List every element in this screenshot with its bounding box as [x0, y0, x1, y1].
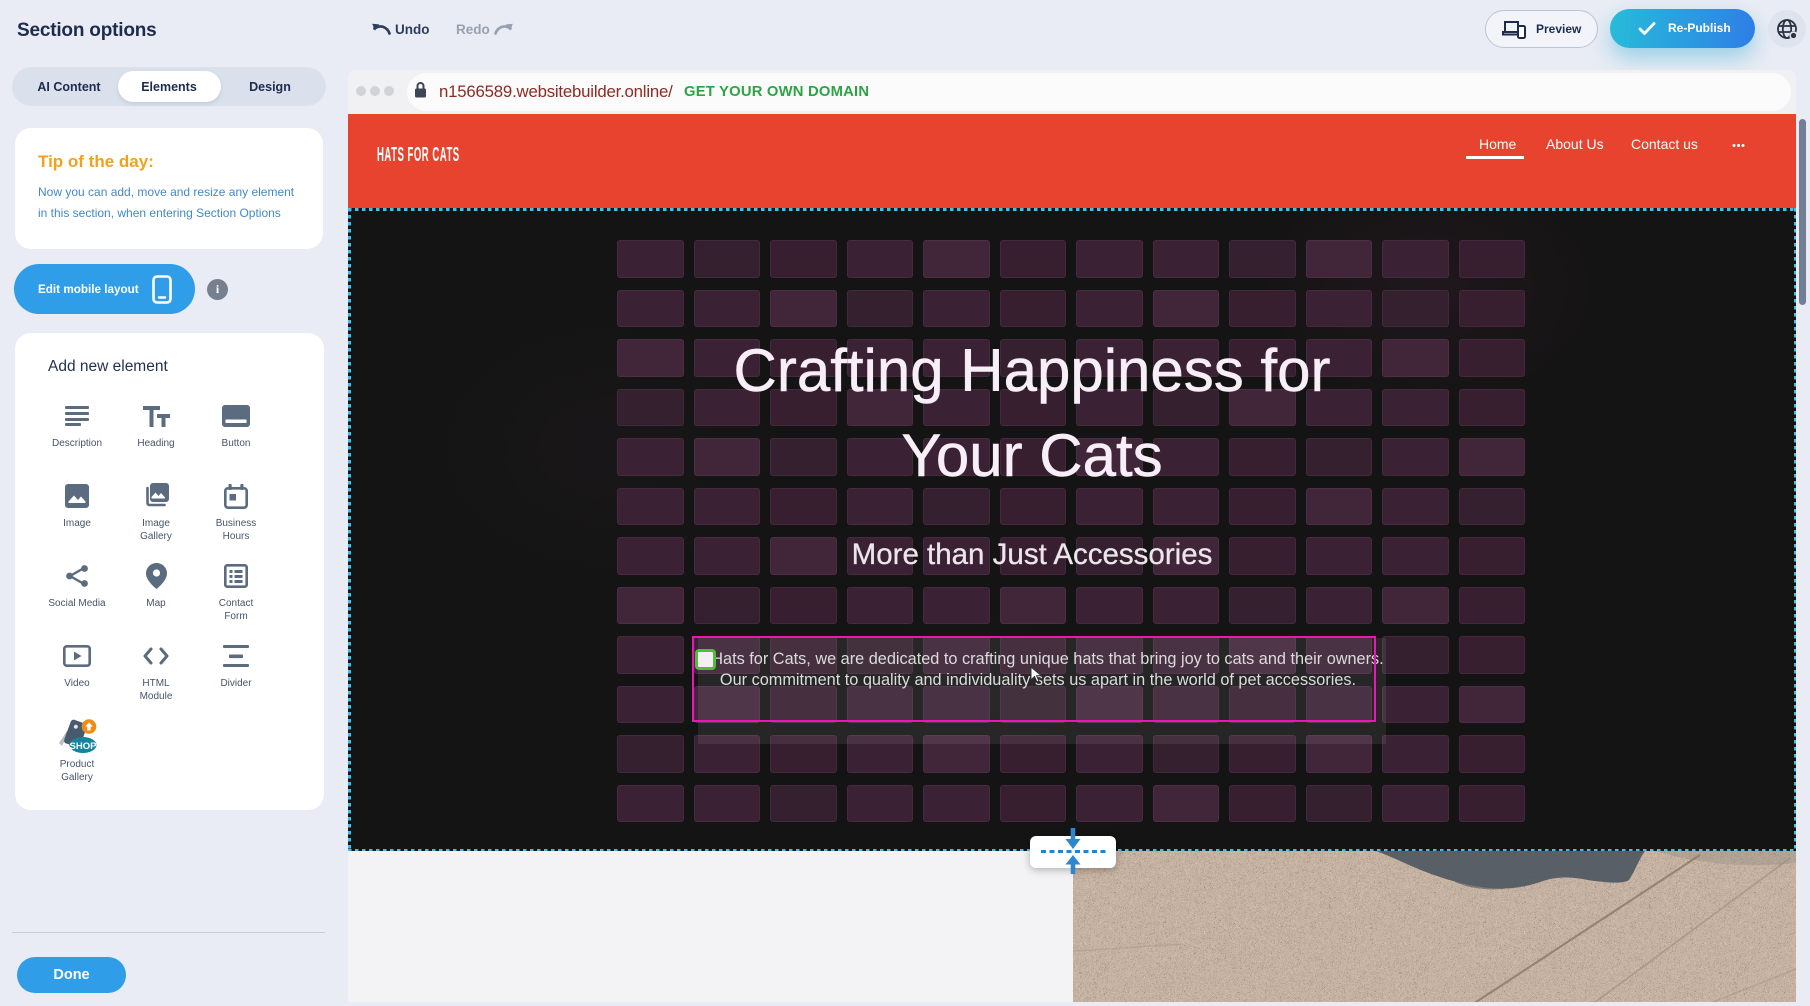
svg-text:SHOP: SHOP — [70, 740, 98, 751]
